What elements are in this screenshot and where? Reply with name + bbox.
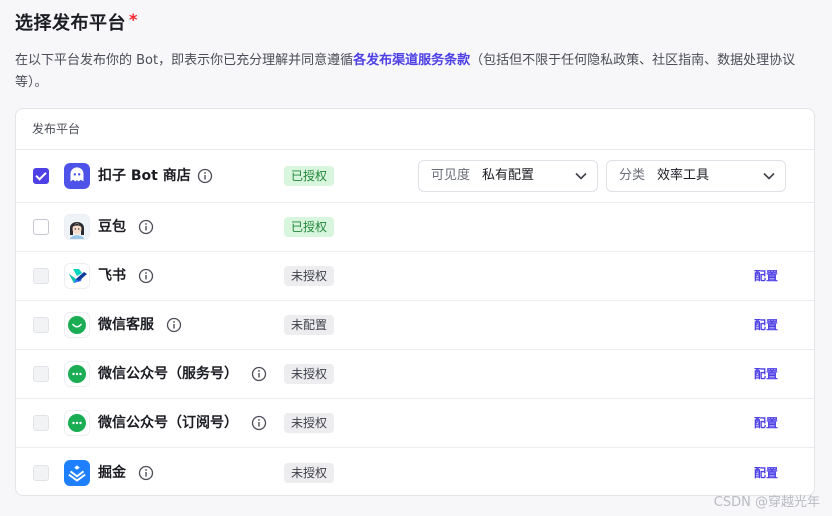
info-icon[interactable] bbox=[197, 168, 213, 184]
visibility-value: 私有配置 bbox=[482, 168, 535, 183]
configure-link[interactable]: 配置 bbox=[754, 316, 778, 334]
table-row: 微信公众号（服务号） 未授权 配置 bbox=[16, 350, 814, 399]
platform-checkbox-juejin[interactable] bbox=[33, 464, 49, 481]
table-row: 微信公众号（订阅号） 未授权 配置 bbox=[16, 399, 814, 448]
table-row: 扣子 Bot 商店 已授权 可见度 私有配置 分类 效率工具 bbox=[16, 150, 814, 203]
platform-checkbox-wechat-service[interactable] bbox=[33, 366, 49, 382]
status-badge: 未授权 bbox=[284, 364, 335, 384]
watermark: CSDN @穿越光年 bbox=[713, 495, 820, 510]
terms-link[interactable]: 各发布渠道服务条款 bbox=[353, 53, 470, 68]
configure-link[interactable]: 配置 bbox=[754, 464, 778, 482]
category-value: 效率工具 bbox=[657, 168, 710, 183]
table-header: 发布平台 bbox=[16, 109, 814, 150]
info-icon[interactable] bbox=[251, 366, 267, 382]
chevron-down-icon bbox=[763, 172, 775, 180]
coze-logo-icon bbox=[64, 163, 90, 189]
title-text: 选择发布平台 bbox=[15, 13, 126, 34]
visibility-label: 可见度 bbox=[431, 168, 471, 183]
platform-name: 掘金 bbox=[98, 464, 126, 481]
table-row: 飞书 未授权 配置 bbox=[16, 252, 814, 301]
info-icon[interactable] bbox=[138, 268, 154, 284]
platform-checkbox-wechat-kf[interactable] bbox=[33, 317, 49, 333]
desc-before: 在以下平台发布你的 Bot，即表示你已充分理解并同意遵循 bbox=[15, 53, 354, 68]
table-row: 掘金 未授权 配置 bbox=[16, 448, 814, 497]
info-icon[interactable] bbox=[166, 317, 182, 333]
platform-checkbox-coze-store[interactable] bbox=[33, 168, 49, 184]
status-badge: 已授权 bbox=[284, 217, 335, 237]
platform-name: 微信客服 bbox=[98, 317, 154, 333]
required-mark: * bbox=[129, 10, 138, 29]
info-icon[interactable] bbox=[138, 465, 154, 481]
wechat-official-logo-icon bbox=[64, 410, 90, 436]
platform-name: 飞书 bbox=[98, 268, 126, 284]
category-label: 分类 bbox=[619, 168, 646, 183]
visibility-select[interactable]: 可见度 私有配置 bbox=[418, 160, 598, 192]
wechat-official-logo-icon bbox=[64, 361, 90, 387]
platform-name: 豆包 bbox=[98, 219, 126, 235]
info-icon[interactable] bbox=[251, 415, 267, 431]
category-select[interactable]: 分类 效率工具 bbox=[606, 160, 786, 192]
platform-checkbox-doubao[interactable] bbox=[33, 219, 49, 235]
platform-name: 扣子 Bot 商店 bbox=[98, 168, 191, 184]
table-row: 微信客服 未配置 配置 bbox=[16, 301, 814, 350]
platform-name: 微信公众号（订阅号） bbox=[98, 415, 238, 431]
wechat-kf-logo-icon bbox=[64, 312, 90, 338]
table-row: 豆包 已授权 bbox=[16, 203, 814, 252]
terms-description: 在以下平台发布你的 Bot，即表示你已充分理解并同意遵循各发布渠道服务条款（包括… bbox=[15, 50, 815, 94]
configure-link[interactable]: 配置 bbox=[754, 365, 778, 383]
info-icon[interactable] bbox=[138, 219, 154, 235]
platform-name: 微信公众号（服务号） bbox=[98, 366, 238, 382]
status-badge: 未配置 bbox=[284, 315, 335, 335]
status-badge: 未授权 bbox=[284, 266, 335, 286]
platform-checkbox-feishu[interactable] bbox=[33, 268, 49, 284]
platform-checkbox-wechat-subscription[interactable] bbox=[33, 415, 49, 431]
publish-platform-page: 选择发布平台 * 在以下平台发布你的 Bot，即表示你已充分理解并同意遵循各发布渠… bbox=[0, 0, 832, 516]
feishu-logo-icon bbox=[64, 263, 90, 289]
status-badge: 未授权 bbox=[284, 413, 335, 433]
configure-link[interactable]: 配置 bbox=[754, 267, 778, 285]
status-badge: 已授权 bbox=[284, 166, 335, 186]
doubao-avatar-icon bbox=[64, 214, 90, 240]
chevron-down-icon bbox=[575, 172, 587, 180]
configure-link[interactable]: 配置 bbox=[754, 414, 778, 432]
page-title: 选择发布平台 * bbox=[15, 9, 138, 35]
status-badge: 未授权 bbox=[284, 462, 335, 483]
platform-table: 发布平台 扣子 Bot 商店 已授权 可见度 私有配置 分类 效率工具 豆包 已… bbox=[15, 108, 815, 496]
juejin-logo-icon bbox=[64, 459, 90, 486]
